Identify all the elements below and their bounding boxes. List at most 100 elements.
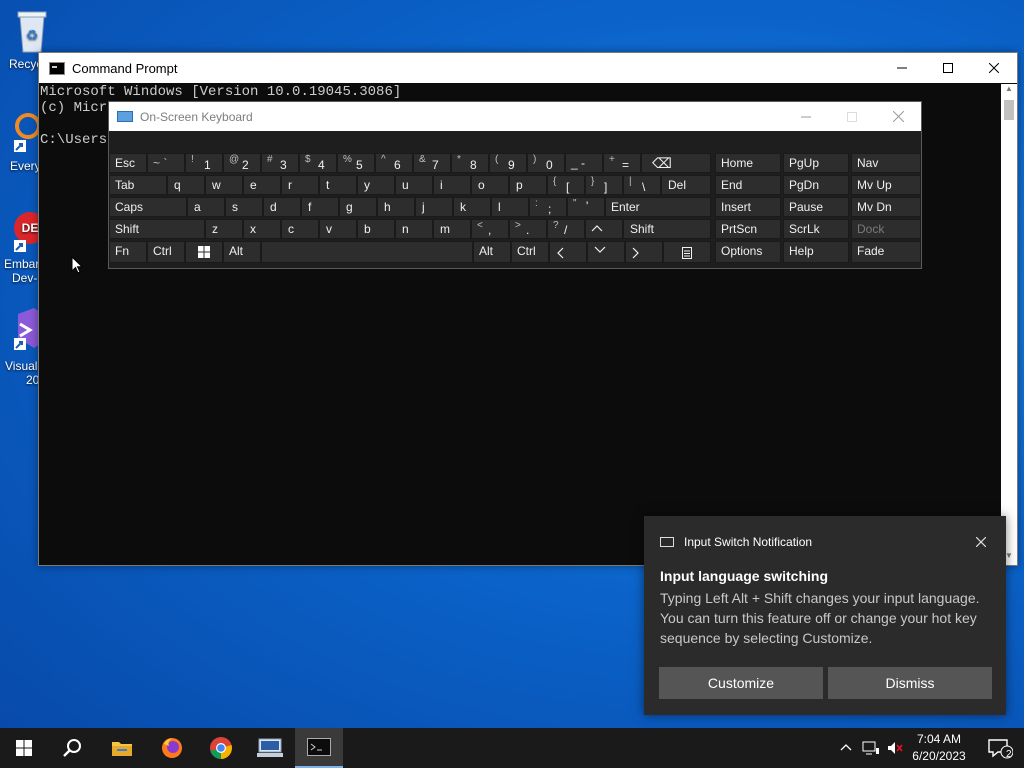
start-button[interactable] <box>0 728 48 768</box>
osk-titlebar[interactable]: On-Screen Keyboard <box>109 102 921 131</box>
taskbar-clock[interactable]: 7:04 AM 6/20/2023 <box>905 731 973 765</box>
key-right-bracket[interactable]: }] <box>585 175 623 195</box>
key-7[interactable]: & 7 <box>413 153 451 173</box>
key-tilde[interactable]: ~ ` <box>147 153 185 173</box>
key-comma[interactable]: <, <box>471 219 509 239</box>
key-tab[interactable]: Tab <box>109 175 167 195</box>
key-options[interactable]: Options <box>715 241 781 263</box>
search-button[interactable] <box>48 728 96 768</box>
command-prompt-titlebar[interactable]: Command Prompt <box>39 53 1017 83</box>
key-ctrl-left[interactable]: Ctrl <box>147 241 185 263</box>
key-insert[interactable]: Insert <box>715 197 781 217</box>
key-scrlk[interactable]: ScrLk <box>783 219 849 239</box>
key-5[interactable]: % 5 <box>337 153 375 173</box>
key-shift-right[interactable]: Shift <box>623 219 711 239</box>
vertical-scrollbar[interactable]: ▲ ▼ <box>1001 84 1017 565</box>
key-equals[interactable]: + = <box>603 153 641 173</box>
key-t[interactable]: t <box>319 175 357 195</box>
key-v[interactable]: v <box>319 219 357 239</box>
key-ctrl-right[interactable]: Ctrl <box>511 241 549 263</box>
key-dock[interactable]: Dock <box>851 219 921 239</box>
key-pgdn[interactable]: PgDn <box>783 175 849 195</box>
key-x[interactable]: x <box>243 219 281 239</box>
customize-button[interactable]: Customize <box>659 667 823 699</box>
key-1[interactable]: ! 1 <box>185 153 223 173</box>
key-shift-left[interactable]: Shift <box>109 219 205 239</box>
network-icon[interactable] <box>862 740 880 756</box>
key-r[interactable]: r <box>281 175 319 195</box>
key-k[interactable]: k <box>453 197 491 217</box>
desktop-icon-recycle-bin[interactable]: ♻ Recyc <box>0 8 47 71</box>
key-windows[interactable] <box>185 241 223 263</box>
key-help[interactable]: Help <box>783 241 849 263</box>
key-6[interactable]: ^ 6 <box>375 153 413 173</box>
file-explorer-button[interactable] <box>98 728 146 768</box>
key-0[interactable]: ) 0 <box>527 153 565 173</box>
key-4[interactable]: $4 <box>299 153 337 173</box>
key-home[interactable]: Home <box>715 153 781 173</box>
key-prtscn[interactable]: PrtScn <box>715 219 781 239</box>
key-alt-left[interactable]: Alt <box>223 241 261 263</box>
key-end[interactable]: End <box>715 175 781 195</box>
key-o[interactable]: o <box>471 175 509 195</box>
scroll-up-icon[interactable]: ▲ <box>1001 84 1017 98</box>
chrome-button[interactable] <box>197 728 245 768</box>
key-quote[interactable]: " ' <box>567 197 605 217</box>
key-nav[interactable]: Nav <box>851 153 921 173</box>
command-prompt-taskbar-button[interactable] <box>295 728 343 768</box>
key-arrow-right[interactable] <box>625 241 663 263</box>
key-semicolon[interactable]: :; <box>529 197 567 217</box>
key-period[interactable]: >. <box>509 219 547 239</box>
key-l[interactable]: l <box>491 197 529 217</box>
key-enter[interactable]: Enter <box>605 197 711 217</box>
key-i[interactable]: i <box>433 175 471 195</box>
key-pgup[interactable]: PgUp <box>783 153 849 173</box>
network-app-button[interactable] <box>246 728 294 768</box>
notification-close-button[interactable] <box>975 534 987 550</box>
key-arrow-down[interactable] <box>587 241 625 263</box>
desktop-icon-embarcadero[interactable]: DE Embar Dev- <box>0 204 46 285</box>
key-j[interactable]: j <box>415 197 453 217</box>
key-arrow-up[interactable] <box>585 219 623 239</box>
key-c[interactable]: c <box>281 219 319 239</box>
key-left-bracket[interactable]: {[ <box>547 175 585 195</box>
chevron-up-icon[interactable] <box>838 740 854 756</box>
key-n[interactable]: n <box>395 219 433 239</box>
key-d[interactable]: d <box>263 197 301 217</box>
close-button[interactable] <box>971 53 1017 83</box>
key-q[interactable]: q <box>167 175 205 195</box>
key-u[interactable]: u <box>395 175 433 195</box>
key-s[interactable]: s <box>225 197 263 217</box>
key-g[interactable]: g <box>339 197 377 217</box>
key-fn[interactable]: Fn <box>109 241 147 263</box>
key-space[interactable] <box>261 241 473 263</box>
key-fade[interactable]: Fade <box>851 241 921 263</box>
key-9[interactable]: (9 <box>489 153 527 173</box>
input-switch-notification[interactable]: Input Switch Notification Input language… <box>644 516 1006 715</box>
key-menu[interactable] <box>663 241 711 263</box>
key-minus[interactable]: _ - <box>565 153 603 173</box>
action-center-button[interactable]: 2 <box>976 728 1024 768</box>
key-3[interactable]: #3 <box>261 153 299 173</box>
key-y[interactable]: y <box>357 175 395 195</box>
key-esc[interactable]: Esc <box>109 153 147 173</box>
key-e[interactable]: e <box>243 175 281 195</box>
key-f[interactable]: f <box>301 197 339 217</box>
dismiss-button[interactable]: Dismiss <box>828 667 992 699</box>
key-b[interactable]: b <box>357 219 395 239</box>
maximize-button[interactable] <box>925 53 971 83</box>
key-w[interactable]: w <box>205 175 243 195</box>
on-screen-keyboard-window[interactable]: On-Screen Keyboard Esc ~ ` ! 1 @2 #3 $4 %… <box>108 101 922 269</box>
volume-muted-icon[interactable] <box>886 740 904 756</box>
desktop-icon-visual-studio[interactable]: Visual 20 <box>0 306 42 387</box>
key-alt-right[interactable]: Alt <box>473 241 511 263</box>
osk-minimize-button[interactable] <box>783 102 829 131</box>
key-z[interactable]: z <box>205 219 243 239</box>
osk-close-button[interactable] <box>875 102 921 131</box>
desktop-icon-everything[interactable]: Every <box>0 104 42 173</box>
key-backslash[interactable]: | \ <box>623 175 661 195</box>
key-m[interactable]: m <box>433 219 471 239</box>
minimize-button[interactable] <box>879 53 925 83</box>
firefox-button[interactable] <box>148 728 196 768</box>
key-caps[interactable]: Caps <box>109 197 187 217</box>
